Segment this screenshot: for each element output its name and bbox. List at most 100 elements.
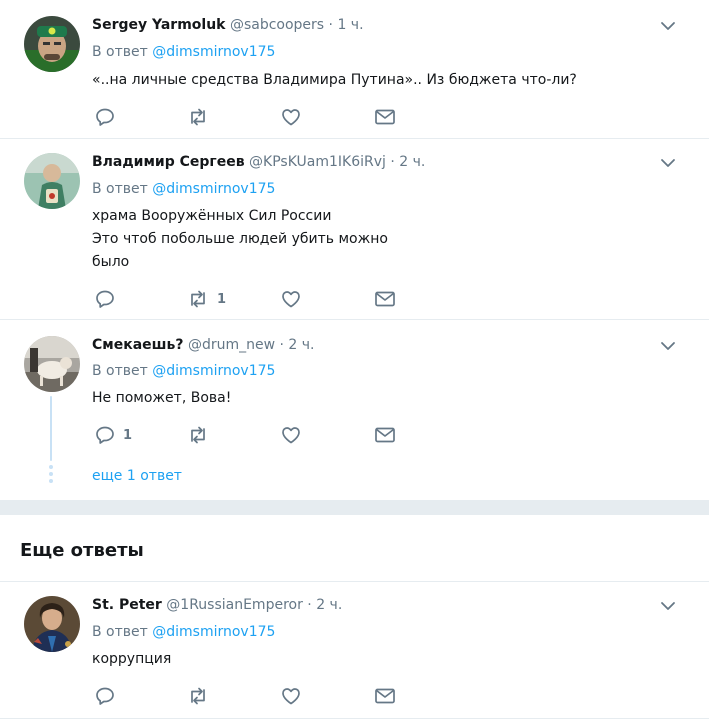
like-button[interactable] [281, 425, 301, 445]
envelope-icon [374, 107, 396, 127]
tweet-text-line: «..на личные средства Владимира Путина».… [92, 72, 577, 88]
tweet-text-line: было [92, 254, 130, 270]
separator: · [390, 154, 395, 170]
reply-prefix: В ответ [92, 44, 148, 60]
thread-connector [50, 396, 52, 461]
retweet-icon [187, 107, 209, 127]
reply-icon [95, 289, 115, 309]
tweet-header: Sergey Yarmoluk @sabcoopers · 1 ч. [92, 16, 364, 34]
reply-context: В ответ @dimsmirnov175 [92, 623, 275, 641]
tweet-text: «..на личные средства Владимира Путина».… [92, 69, 577, 92]
tweet-text-line: Не поможет, Вова! [92, 390, 232, 406]
avatar-image [24, 16, 80, 72]
tweet-actions: 1 [92, 289, 412, 309]
dm-button[interactable] [374, 686, 396, 706]
retweet-button[interactable] [187, 425, 209, 445]
reply-context: В ответ @dimsmirnov175 [92, 180, 275, 198]
like-button[interactable] [281, 107, 301, 127]
thread-dot [49, 472, 53, 476]
avatar-image [24, 596, 80, 652]
replies-feed: Sergey Yarmoluk @sabcoopers · 1 ч. В отв… [0, 0, 709, 719]
avatar-image [24, 153, 80, 209]
avatar[interactable] [24, 336, 80, 392]
envelope-icon [374, 686, 396, 706]
separator: · [307, 597, 312, 613]
timestamp[interactable]: 2 ч. [316, 597, 342, 613]
reply-prefix: В ответ [92, 624, 148, 640]
tweet[interactable]: Владимир Сергеев @KPsKUam1IK6iRvj · 2 ч.… [0, 139, 709, 320]
thread-dot [49, 479, 53, 483]
timestamp[interactable]: 1 ч. [337, 17, 363, 33]
author-handle[interactable]: @1RussianEmperor [166, 597, 303, 613]
retweet-button[interactable] [187, 107, 209, 127]
reply-button[interactable]: 1 [95, 425, 132, 445]
reply-prefix: В ответ [92, 363, 148, 379]
avatar[interactable] [24, 16, 80, 72]
reply-mention-link[interactable]: @dimsmirnov175 [152, 624, 275, 640]
chevron-down-icon[interactable] [659, 154, 677, 172]
tweet-text-line: Это чтоб побольше людей убить можно [92, 231, 388, 247]
author-name[interactable]: Sergey Yarmoluk [92, 17, 226, 33]
avatar-image [24, 336, 80, 392]
retweet-count: 1 [217, 291, 227, 307]
tweet-text-line: храма Вооружённых Сил России [92, 208, 332, 224]
reply-button[interactable] [95, 686, 115, 706]
reply-prefix: В ответ [92, 181, 148, 197]
tweet-actions [92, 107, 412, 127]
tweet-header: St. Peter @1RussianEmperor · 2 ч. [92, 596, 342, 614]
show-more-replies-link[interactable]: еще 1 ответ [92, 467, 182, 485]
reply-icon [95, 425, 115, 445]
retweet-button[interactable]: 1 [187, 289, 226, 309]
tweet-text: коррупция [92, 648, 171, 671]
reply-button[interactable] [95, 289, 115, 309]
thread-dot [49, 465, 53, 469]
reply-context: В ответ @dimsmirnov175 [92, 43, 275, 61]
tweet[interactable]: Смекаешь? @drum_new · 2 ч. В ответ @dims… [0, 320, 709, 501]
retweet-icon [187, 425, 209, 445]
author-handle[interactable]: @sabcoopers [230, 17, 324, 33]
tweet[interactable]: St. Peter @1RussianEmperor · 2 ч. В отве… [0, 582, 709, 719]
heart-icon [281, 686, 301, 706]
author-name[interactable]: Смекаешь? [92, 337, 184, 353]
heart-icon [281, 425, 301, 445]
like-button[interactable] [281, 686, 301, 706]
avatar[interactable] [24, 153, 80, 209]
dm-button[interactable] [374, 289, 396, 309]
section-divider [0, 501, 709, 515]
retweet-button[interactable] [187, 686, 209, 706]
reply-icon [95, 107, 115, 127]
tweet[interactable]: Sergey Yarmoluk @sabcoopers · 1 ч. В отв… [0, 0, 709, 139]
author-handle[interactable]: @drum_new [188, 337, 275, 353]
section-title: Еще ответы [20, 540, 144, 561]
tweet-actions [92, 686, 412, 706]
envelope-icon [374, 289, 396, 309]
reply-mention-link[interactable]: @dimsmirnov175 [152, 363, 275, 379]
chevron-down-icon[interactable] [659, 337, 677, 355]
chevron-down-icon[interactable] [659, 597, 677, 615]
reply-count: 1 [123, 427, 133, 443]
author-handle[interactable]: @KPsKUam1IK6iRvj [249, 154, 386, 170]
dm-button[interactable] [374, 425, 396, 445]
tweet-text: Не поможет, Вова! [92, 387, 231, 410]
chevron-down-icon[interactable] [659, 17, 677, 35]
tweet-text-line: коррупция [92, 651, 172, 667]
separator: · [328, 17, 333, 33]
timestamp[interactable]: 2 ч. [399, 154, 425, 170]
reply-mention-link[interactable]: @dimsmirnov175 [152, 181, 275, 197]
avatar[interactable] [24, 596, 80, 652]
tweet-header: Смекаешь? @drum_new · 2 ч. [92, 336, 315, 354]
reply-context: В ответ @dimsmirnov175 [92, 362, 275, 380]
dm-button[interactable] [374, 107, 396, 127]
reply-mention-link[interactable]: @dimsmirnov175 [152, 44, 275, 60]
tweet-text: храма Вооружённых Сил России Это чтоб по… [92, 205, 388, 274]
reply-button[interactable] [95, 107, 115, 127]
separator: · [279, 337, 284, 353]
envelope-icon [374, 425, 396, 445]
like-button[interactable] [281, 289, 301, 309]
heart-icon [281, 289, 301, 309]
author-name[interactable]: St. Peter [92, 597, 162, 613]
more-replies-section-header: Еще ответы [0, 515, 709, 582]
reply-icon [95, 686, 115, 706]
timestamp[interactable]: 2 ч. [288, 337, 314, 353]
author-name[interactable]: Владимир Сергеев [92, 154, 245, 170]
